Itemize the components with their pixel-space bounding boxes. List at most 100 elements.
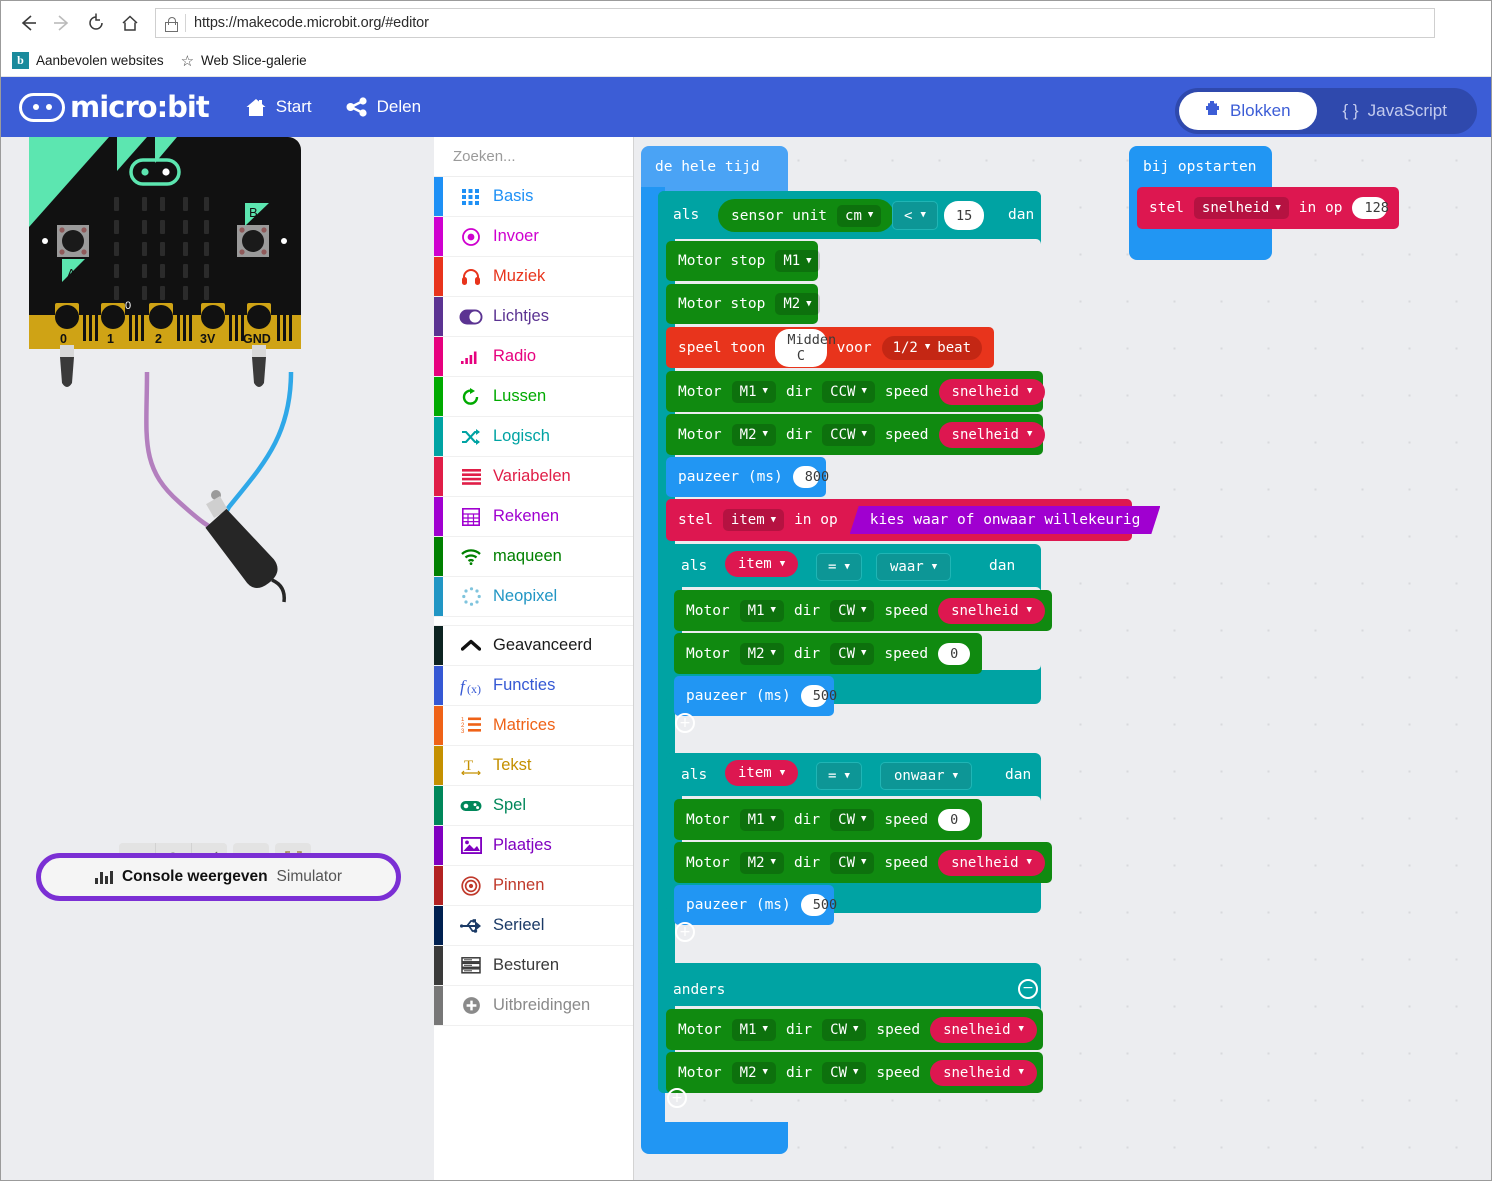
category-plaatjes[interactable]: Plaatjes [434,826,633,866]
nav-delen[interactable]: Delen [346,97,421,117]
motor-m1-ccw-block[interactable]: Motor M1 ▼ dir CCW ▼ speed snelheid ▼ [666,371,1046,412]
favorite-web-slice-galerie[interactable]: ☆ Web Slice-galerie [181,52,307,70]
category-rekenen[interactable]: Rekenen [434,497,633,537]
category-variabelen[interactable]: Variabelen [434,457,633,497]
sensor-unit-dropdown[interactable]: cm ▼ [837,204,882,227]
if-true-variable[interactable]: item ▼ [725,551,799,577]
favorite-aanbevolen-websites[interactable]: b Aanbevolen websites [12,52,164,69]
random-boolean-block[interactable]: kies waar of onwaar willekeurig [850,506,1161,534]
category-radio[interactable]: Radio [434,337,633,377]
microbit-logo[interactable]: micro:bit [19,90,210,124]
category-spel[interactable]: Spel [434,786,633,826]
category-matrices[interactable]: 123 Matrices [434,706,633,746]
category-pinnen[interactable]: Pinnen [434,866,633,906]
variable-select[interactable]: item ▼ [722,509,785,531]
direction-select[interactable]: CW ▼ [830,808,875,831]
sensor-unit-block[interactable]: sensor unit cm ▼ [718,199,895,232]
speed-variable[interactable]: snelheid ▼ [938,597,1045,624]
category-lussen[interactable]: Lussen [434,377,633,417]
note-value[interactable]: Midden C [775,328,836,367]
set-snelheid-block[interactable]: stel snelheid ▼ in op 128 [1137,187,1399,229]
direction-select[interactable]: CCW ▼ [822,423,875,446]
motor-stop-m2-block[interactable]: Motor stop M2 ▼ [666,284,820,324]
beat-duration-group[interactable]: 1/2 ▼ beat [881,335,982,360]
direction-select[interactable]: CW ▼ [830,642,875,665]
speed-variable[interactable]: snelheid ▼ [938,421,1046,448]
category-besturen[interactable]: Besturen [434,946,633,986]
direction-select[interactable]: CW ▼ [822,1018,867,1041]
add-branch-icon[interactable]: + [667,1088,687,1108]
play-tone-block[interactable]: speel toon Midden C voor 1/2 ▼ beat [666,327,994,368]
category-functies[interactable]: f (x) Functies [434,666,633,706]
snelheid-value[interactable]: 128 [1352,197,1389,219]
motor-m2-ccw-block[interactable]: Motor M2 ▼ dir CCW ▼ speed snelheid ▼ [666,414,1046,455]
if-true-compare-value[interactable]: waar ▼ [876,553,952,581]
if-true-pause-block[interactable]: pauzeer (ms) 500 [674,676,837,716]
if-false-pause-block[interactable]: pauzeer (ms) 500 [674,885,837,925]
category-maqueen[interactable]: maqueen [434,537,633,577]
comparison-operator-dropdown[interactable]: < ▼ [892,201,938,230]
add-branch-icon[interactable]: + [675,922,695,942]
category-neopixel[interactable]: Neopixel [434,577,633,617]
if-true-motor-m1-block[interactable]: Motor M1 ▼ dir CW ▼ speed snelheid ▼ [674,590,1052,631]
variable-select[interactable]: snelheid ▼ [1193,197,1289,219]
category-basis[interactable]: Basis [434,177,633,217]
category-logisch[interactable]: Logisch [434,417,633,457]
search-input[interactable] [451,147,654,166]
pause-value[interactable]: 500 [800,894,837,916]
tab-blokken[interactable]: Blokken [1179,92,1317,130]
forward-arrow-icon[interactable] [45,6,79,40]
if-true-motor-m2-block[interactable]: Motor M2 ▼ dir CW ▼ speed 0 [674,633,982,674]
motor-stop-m1-block[interactable]: Motor stop M1 ▼ [666,241,820,281]
speed-variable[interactable]: snelheid ▼ [930,1059,1037,1086]
motor-select[interactable]: M2 ▼ [739,851,784,874]
category-uitbreidingen[interactable]: Uitbreidingen [434,986,633,1026]
microbit-board[interactable]: A B 0 1 2 3V GND 0 [29,137,409,657]
if-false-variable[interactable]: item ▼ [725,760,799,786]
nav-start[interactable]: Start [245,97,312,118]
address-bar[interactable]: https://makecode.microbit.org/#editor [155,8,1435,38]
motor-select[interactable]: M1 ▼ [731,1018,776,1041]
pause-800-block[interactable]: pauzeer (ms) 800 [666,457,829,497]
motor-select[interactable]: M2 ▼ [731,1061,776,1084]
speed-value[interactable]: 0 [938,642,970,665]
speed-value[interactable]: 0 [938,808,970,831]
category-muziek[interactable]: Muziek [434,257,633,297]
direction-select[interactable]: CCW ▼ [822,380,875,403]
else-motor-m1-block[interactable]: Motor M1 ▼ dir CW ▼ speed snelheid ▼ [666,1009,1043,1050]
category-lichtjes[interactable]: Lichtjes [434,297,633,337]
reload-icon[interactable] [79,6,113,40]
category-invoer[interactable]: Invoer [434,217,633,257]
tab-javascript[interactable]: { } JavaScript [1317,92,1473,130]
category-geavanceerd[interactable]: Geavanceerd [434,626,633,666]
set-item-random-block[interactable]: stel item ▼ in op kies waar of onwaar wi… [666,499,1132,541]
motor-select[interactable]: M2 ▼ [775,293,820,315]
speed-variable[interactable]: snelheid ▼ [938,378,1046,405]
motor-select[interactable]: M2 ▼ [731,423,776,446]
motor-select[interactable]: M1 ▼ [739,599,784,622]
pause-value[interactable]: 800 [792,466,829,488]
category-tekst[interactable]: T Tekst [434,746,633,786]
remove-branch-icon[interactable]: − [1018,979,1038,999]
if-false-motor-m1-block[interactable]: Motor M1 ▼ dir CW ▼ speed 0 [674,799,982,840]
show-console-button[interactable]: Console weergeven Simulator [36,853,401,901]
motor-select[interactable]: M1 ▼ [739,808,784,831]
direction-select[interactable]: CW ▼ [830,599,875,622]
blocks-workspace[interactable]: de hele tijd als sensor unit cm ▼ < ▼ 15… [634,137,1491,1180]
if-false-operator-dropdown[interactable]: = ▼ [816,762,862,790]
motor-select[interactable]: M1 ▼ [731,380,776,403]
if-true-operator-dropdown[interactable]: = ▼ [816,553,862,581]
motor-select[interactable]: M1 ▼ [775,250,820,272]
else-motor-m2-block[interactable]: Motor M2 ▼ dir CW ▼ speed snelheid ▼ [666,1052,1043,1093]
if-false-motor-m2-block[interactable]: Motor M2 ▼ dir CW ▼ speed snelheid ▼ [674,842,1052,883]
back-arrow-icon[interactable] [11,6,45,40]
pause-value[interactable]: 500 [800,685,837,707]
if-false-compare-value[interactable]: onwaar ▼ [880,762,972,790]
home-icon[interactable] [113,6,147,40]
category-serieel[interactable]: Serieel [434,906,633,946]
add-branch-icon[interactable]: + [675,713,695,733]
speed-variable[interactable]: snelheid ▼ [930,1016,1037,1043]
direction-select[interactable]: CW ▼ [822,1061,867,1084]
sensor-threshold-value[interactable]: 15 [944,201,985,230]
direction-select[interactable]: CW ▼ [830,851,875,874]
